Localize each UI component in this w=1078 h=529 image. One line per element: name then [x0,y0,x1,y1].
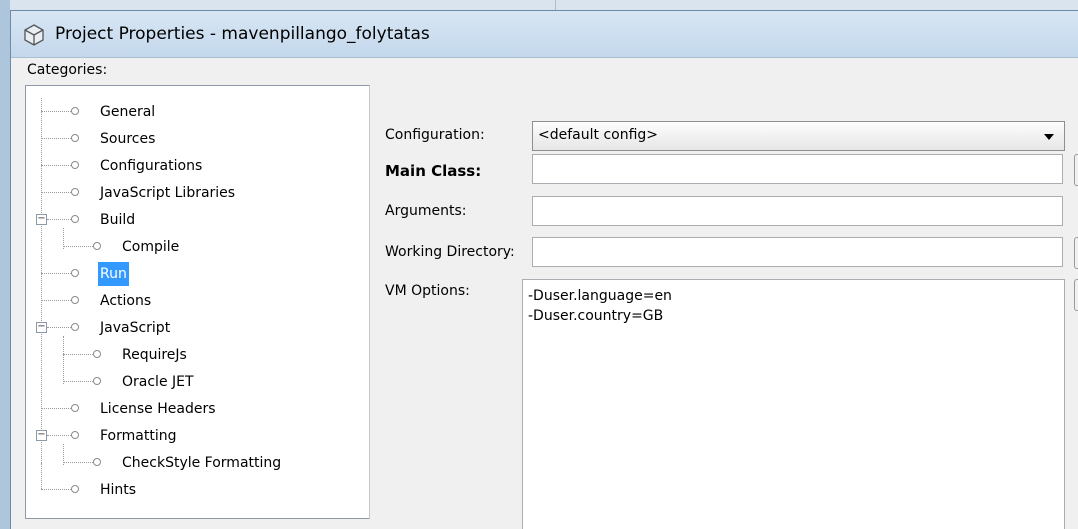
tree-item-label: General [100,104,156,120]
tree-item-label: License Headers [100,401,216,417]
node-icon [71,107,79,115]
node-icon [93,377,101,385]
title-bar[interactable]: Project Properties - mavenpillango_folyt… [11,11,1078,58]
node-icon [93,242,101,250]
vm-options-line: -Duser.language=en [528,288,672,304]
node-icon [93,350,101,358]
tree-item-label: RequireJs [122,347,187,363]
tree-item-sources[interactable]: Sources [26,126,366,152]
node-icon [93,458,101,466]
tree-item-general[interactable]: General [26,99,366,125]
tree-item-label: Compile [122,239,180,255]
tree-item-label: Run [98,262,129,286]
node-icon [71,161,79,169]
cube-icon [24,24,44,46]
tree-item-label: JavaScript [100,320,171,336]
node-icon [71,188,79,196]
tree-item-run[interactable]: Run [26,261,366,287]
tree-item-label: Oracle JET [122,374,194,390]
tree-item-requirejs[interactable]: RequireJs [26,342,366,368]
working-directory-label: Working Directory: [385,244,515,260]
configuration-value: <default config> [538,127,659,143]
tree-item-label: JavaScript Libraries [100,185,236,201]
working-directory-input[interactable] [532,237,1063,267]
configuration-select[interactable]: <default config> [532,121,1065,151]
customize-vm-options-button[interactable] [1074,279,1078,311]
tree-item-checkstyle-formatting[interactable]: CheckStyle Formatting [26,450,366,476]
window-title: Project Properties - mavenpillango_folyt… [55,24,430,44]
main-class-label: Main Class: [385,162,482,180]
vm-options-line: -Duser.country=GB [528,308,664,324]
arguments-input[interactable] [532,196,1063,226]
tree-item-configurations[interactable]: Configurations [26,153,366,179]
tree-item-label: Build [100,212,136,228]
tree-item-actions[interactable]: Actions [26,288,366,314]
tree-item-compile[interactable]: Compile [26,234,366,260]
browse-main-class-button[interactable] [1074,154,1078,186]
tree-item-label: CheckStyle Formatting [122,455,282,471]
vm-options-textarea[interactable]: -Duser.language=en -Duser.country=GB [522,279,1065,529]
tree-item-oracle-jet[interactable]: Oracle JET [26,369,366,395]
categories-label: Categories: [27,62,108,78]
node-icon [71,404,79,412]
tree-item-label: Hints [100,482,137,498]
node-icon [71,485,79,493]
chevron-down-icon [1044,134,1054,140]
configuration-label: Configuration: [385,127,485,143]
node-icon [71,215,79,223]
node-icon [71,134,79,142]
vm-options-label: VM Options: [385,283,470,299]
tree-item-formatting[interactable]: Formatting [26,423,366,449]
tree-item-hints[interactable]: Hints [26,477,366,503]
main-class-input[interactable] [532,154,1063,184]
desktop-background [0,0,10,529]
node-icon [71,323,79,331]
tree-item-label: Formatting [100,428,177,444]
node-icon [71,431,79,439]
categories-tree[interactable]: − − − General Sources Configurations Jav… [25,85,370,519]
tree-item-label: Sources [100,131,156,147]
tree-item-label: Configurations [100,158,203,174]
tree-item-license-headers[interactable]: License Headers [26,396,366,422]
tree-item-build[interactable]: Build [26,207,366,233]
arguments-label: Arguments: [385,203,467,219]
tree-item-label: Actions [100,293,152,309]
tree-item-javascript-libraries[interactable]: JavaScript Libraries [26,180,366,206]
background-divider [555,0,556,10]
browse-working-directory-button[interactable] [1074,237,1078,269]
node-icon [71,269,79,277]
node-icon [71,296,79,304]
tree-item-javascript[interactable]: JavaScript [26,315,366,341]
